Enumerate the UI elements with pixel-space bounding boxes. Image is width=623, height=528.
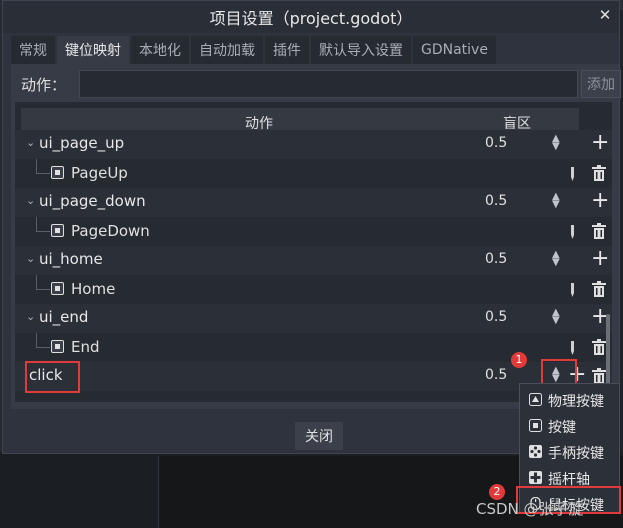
edit-icon[interactable] (570, 225, 575, 239)
action-label: 动作： (21, 76, 67, 94)
watermark: CSDN @张子旋 (476, 500, 584, 518)
key-icon (51, 166, 64, 179)
close-button[interactable]: 关闭 (295, 422, 343, 450)
tab-plugins[interactable]: 插件 (265, 36, 309, 64)
tab-gdnative[interactable]: GDNative (413, 36, 496, 64)
tab-import-defaults[interactable]: 默认导入设置 (311, 36, 411, 64)
add-event-icon[interactable]: + (591, 246, 609, 271)
event-name: PageDown (71, 222, 150, 240)
trash-icon[interactable] (592, 165, 606, 181)
action-name: ui_page_up (39, 134, 125, 152)
tab-general[interactable]: 常规 (11, 36, 55, 64)
event-row-pagedown[interactable]: PageDown (15, 217, 612, 246)
dialog-titlebar: 项目设置（project.godot） (3, 1, 619, 33)
trash-icon[interactable] (592, 339, 606, 355)
trash-icon[interactable] (592, 223, 606, 239)
gamepad-button-icon (529, 445, 542, 458)
edit-icon[interactable] (570, 341, 575, 355)
physical-key-icon (529, 393, 542, 406)
deadzone-value[interactable]: 0.5 (485, 135, 507, 151)
key-icon (51, 340, 64, 353)
tab-autoload[interactable]: 自动加载 (191, 36, 263, 64)
spinner-icon[interactable]: ▲ ▼ (552, 192, 560, 210)
action-input[interactable] (79, 70, 578, 98)
close-icon[interactable]: ✕ (597, 7, 613, 23)
chevron-down-icon[interactable]: ⌄ (26, 252, 35, 265)
deadzone-value[interactable]: 0.5 (485, 193, 507, 209)
event-row-home[interactable]: Home (15, 275, 612, 304)
action-name: ui_page_down (39, 192, 146, 210)
menu-item-label: 按键 (548, 420, 576, 436)
event-row-pageup[interactable]: PageUp (15, 159, 612, 188)
key-icon (51, 224, 64, 237)
tab-localization[interactable]: 本地化 (131, 36, 189, 64)
deadzone-value[interactable]: 0.5 (485, 367, 507, 383)
spinner-icon[interactable]: ▲ ▼ (552, 250, 560, 268)
dialog-title: 项目设置（project.godot） (209, 9, 413, 28)
deadzone-value[interactable]: 0.5 (485, 251, 507, 267)
chevron-down-icon[interactable]: ⌄ (26, 310, 35, 323)
input-map-panel: 动作： 添加 动作 盲区 ⌄ ui_page_up 0.5 ▲ ▼ + PageU… (11, 64, 621, 409)
add-event-icon[interactable]: + (591, 130, 609, 155)
menu-item-key[interactable]: 按键 (520, 413, 619, 439)
action-name: ui_end (39, 308, 89, 326)
joystick-axis-icon (529, 471, 542, 484)
menu-item-label: 物理按键 (548, 394, 604, 410)
add-event-icon[interactable]: + (591, 188, 609, 213)
event-name: End (71, 338, 100, 356)
action-row-ui-page-up[interactable]: ⌄ ui_page_up 0.5 ▲ ▼ + (15, 130, 612, 159)
trash-icon[interactable] (592, 368, 606, 384)
deadzone-value[interactable]: 0.5 (485, 309, 507, 325)
highlight-click-action (25, 361, 80, 393)
action-name: ui_home (39, 250, 103, 268)
chevron-down-icon[interactable]: ⌄ (26, 136, 35, 149)
tab-bar: 常规 键位映射 本地化 自动加载 插件 默认导入设置 GDNative (11, 36, 498, 64)
key-icon (529, 419, 542, 432)
spinner-icon[interactable]: ▲ ▼ (552, 134, 560, 152)
event-name: Home (71, 280, 116, 298)
edit-icon[interactable] (570, 283, 575, 297)
event-name: PageUp (71, 164, 128, 182)
spinner-icon[interactable]: ▲ ▼ (552, 308, 560, 326)
annotation-badge-1: 1 (511, 352, 527, 368)
action-row-ui-page-down[interactable]: ⌄ ui_page_down 0.5 ▲ ▼ + (15, 188, 612, 217)
trash-icon[interactable] (592, 281, 606, 297)
menu-item-joypad-button[interactable]: 手柄按键 (520, 439, 619, 465)
menu-item-label: 手柄按键 (548, 446, 604, 462)
add-button[interactable]: 添加 (581, 70, 621, 98)
chevron-down-icon[interactable]: ⌄ (26, 194, 35, 207)
edit-icon[interactable] (570, 167, 575, 181)
menu-item-physical-key[interactable]: 物理按键 (520, 387, 619, 413)
action-row-ui-home[interactable]: ⌄ ui_home 0.5 ▲ ▼ + (15, 246, 612, 275)
tab-input-map[interactable]: 键位映射 (57, 36, 129, 64)
key-icon (51, 282, 64, 295)
action-row-ui-end[interactable]: ⌄ ui_end 0.5 ▲ ▼ + (15, 304, 612, 333)
